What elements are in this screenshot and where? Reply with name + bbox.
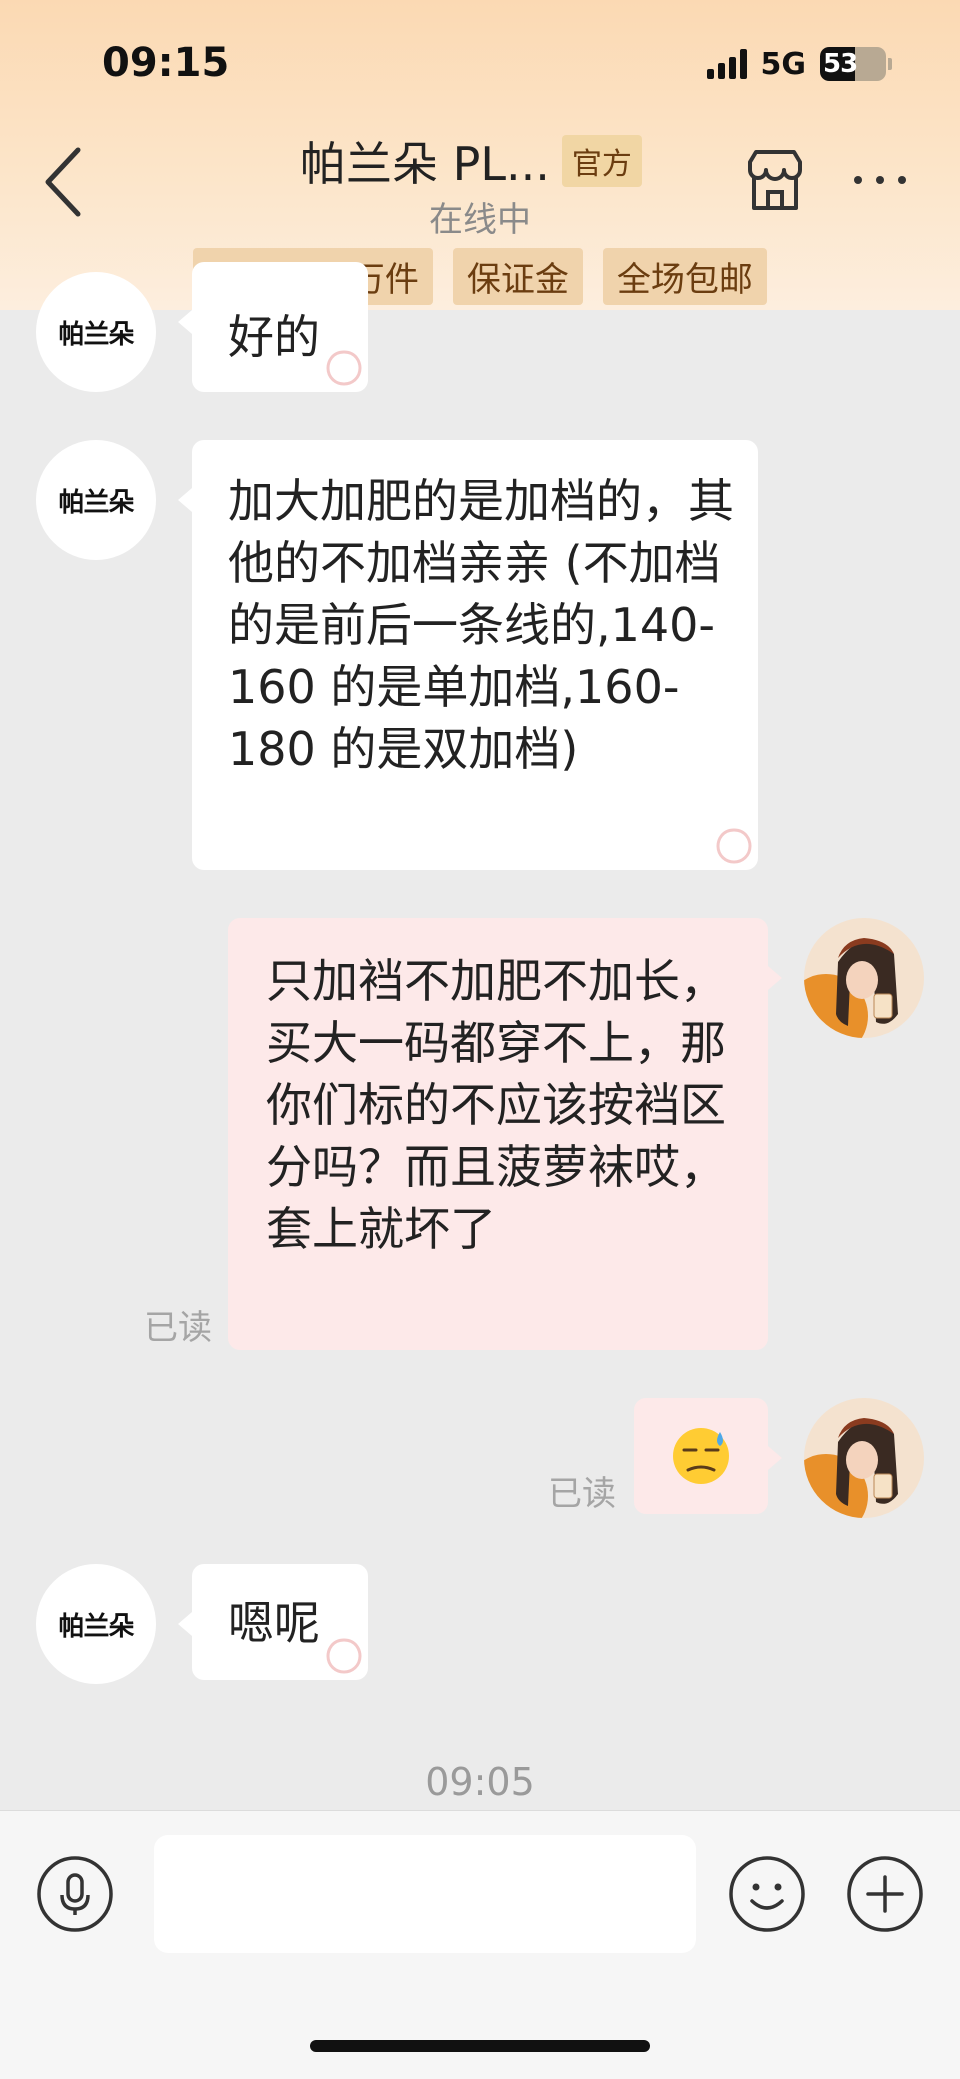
- user-avatar-image: [804, 918, 924, 1038]
- tag-deposit: 保证金: [452, 248, 583, 305]
- shop-avatar[interactable]: 帕兰朵: [36, 272, 156, 392]
- user-avatar-image: [804, 1398, 924, 1518]
- message-bubble: 只加裆不加肥不加长，买大一码都穿不上，那你们标的不应该按裆区分吗？而且菠萝袜哎，…: [228, 918, 782, 1350]
- more-options-icon[interactable]: [850, 160, 910, 200]
- battery-level: 53: [823, 49, 858, 79]
- status-indicators: 5G 53: [706, 44, 892, 84]
- watermark-icon: [716, 828, 752, 864]
- store-icon[interactable]: [742, 148, 808, 214]
- add-more-icon[interactable]: [846, 1855, 924, 1933]
- user-avatar[interactable]: [804, 1398, 924, 1518]
- tag-free-shipping: 全场包邮: [602, 248, 767, 305]
- network-type: 5G: [760, 46, 807, 82]
- user-avatar[interactable]: [804, 918, 924, 1038]
- message-text: 加大加肥的是加档的，其他的不加档亲亲 (不加档的是前后一条线的,140-160 …: [228, 474, 734, 776]
- chat-header: 09:15 5G 53 帕兰朵 PL... 官方 在线中 已拼 7.8 万件 保…: [0, 0, 960, 310]
- message-bubble: 好的: [178, 262, 368, 392]
- message-bubble: 嗯呢: [178, 1564, 368, 1680]
- online-status: 在线中: [429, 200, 531, 240]
- read-receipt: 已读: [144, 1308, 212, 1348]
- message-timestamp: 09:05: [425, 1760, 535, 1804]
- message-bubble: 加大加肥的是加档的，其他的不加档亲亲 (不加档的是前后一条线的,140-160 …: [178, 440, 758, 870]
- chat-title: 帕兰朵 PL...: [300, 137, 550, 191]
- shop-avatar[interactable]: 帕兰朵: [36, 440, 156, 560]
- watermark-icon: [326, 1638, 362, 1674]
- status-time: 09:15: [102, 40, 230, 86]
- read-receipt: 已读: [548, 1474, 616, 1514]
- cold-sweat-emoji: [673, 1428, 729, 1484]
- watermark-icon: [326, 350, 362, 386]
- message-text: 好的: [228, 310, 320, 364]
- official-badge: 官方: [561, 135, 642, 187]
- battery-icon: 53: [820, 47, 886, 81]
- chat-title-group[interactable]: 帕兰朵 PL... 官方: [300, 128, 642, 194]
- voice-input-icon[interactable]: [36, 1855, 114, 1933]
- signal-icon: [706, 49, 747, 79]
- message-text: 只加裆不加肥不加长，买大一码都穿不上，那你们标的不应该按裆区分吗？而且菠萝袜哎，…: [266, 954, 726, 1256]
- emoji-picker-icon[interactable]: [728, 1855, 806, 1933]
- message-input[interactable]: [154, 1835, 696, 1953]
- message-bubble: 😓: [634, 1398, 782, 1514]
- shop-avatar[interactable]: 帕兰朵: [36, 1564, 156, 1684]
- input-bar: [0, 1810, 960, 2079]
- message-text: 嗯呢: [228, 1596, 320, 1650]
- home-indicator[interactable]: [310, 2040, 650, 2052]
